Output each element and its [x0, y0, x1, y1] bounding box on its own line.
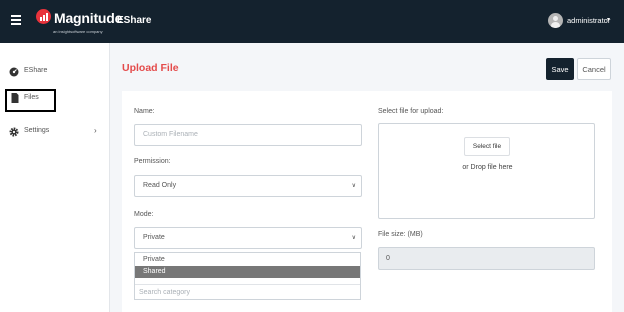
sidebar-item-files[interactable]: Files — [5, 89, 56, 112]
gear-icon — [9, 127, 19, 137]
sidebar: EShare Files Settings › — [0, 43, 110, 312]
permission-value: Read Only — [143, 182, 177, 189]
mode-search-input[interactable]: Search category — [135, 284, 360, 299]
sidebar-item-label: Settings — [24, 127, 50, 134]
select-file-button[interactable]: Select file — [464, 137, 510, 156]
mode-value: Private — [143, 234, 165, 241]
file-dropzone[interactable]: Select file or Drop file here — [378, 123, 595, 219]
user-menu-name[interactable]: administrator — [567, 16, 610, 25]
name-label: Name: — [134, 108, 155, 115]
cancel-button[interactable]: Cancel — [577, 58, 611, 80]
permission-label: Permission: — [134, 158, 171, 165]
user-avatar[interactable] — [548, 13, 563, 28]
chevron-down-icon: ∨ — [351, 183, 356, 189]
filename-input[interactable]: Custom Filename — [134, 124, 362, 146]
page-title: Upload File — [122, 62, 179, 74]
sidebar-item-eshare[interactable]: EShare — [0, 63, 110, 81]
file-icon — [11, 93, 19, 103]
sidebar-item-label: Files — [24, 94, 39, 101]
mode-option-private[interactable]: Private — [135, 254, 360, 266]
file-size-field: 0 — [378, 247, 595, 270]
mode-select[interactable]: Private ∨ — [134, 227, 362, 249]
chevron-right-icon: › — [94, 126, 97, 135]
sidebar-item-label: EShare — [24, 67, 48, 74]
permission-select[interactable]: Read Only ∨ — [134, 175, 362, 197]
logo-text: Magnitude — [54, 10, 123, 26]
upload-label: Select file for upload: — [378, 108, 444, 115]
chevron-down-icon: ∨ — [351, 235, 356, 241]
top-navbar: Magnitude an insightsoftware company ESh… — [0, 0, 624, 43]
mode-dropdown-list: Private Shared Search category — [134, 252, 361, 300]
sidebar-item-settings[interactable]: Settings › — [0, 123, 110, 141]
mode-option-shared[interactable]: Shared — [135, 266, 360, 278]
file-size-label: File size: (MB) — [378, 231, 423, 238]
save-button[interactable]: Save — [546, 58, 574, 80]
logo-subtext: an insightsoftware company — [53, 29, 103, 34]
drop-file-text: or Drop file here — [462, 164, 513, 171]
mode-label: Mode: — [134, 211, 154, 218]
dashboard-icon — [9, 67, 19, 77]
caret-down-icon[interactable]: ▾ — [607, 16, 610, 23]
app-title: EShare — [117, 15, 152, 26]
magnitude-logo-icon — [36, 9, 51, 24]
hamburger-menu-icon[interactable] — [11, 15, 21, 25]
